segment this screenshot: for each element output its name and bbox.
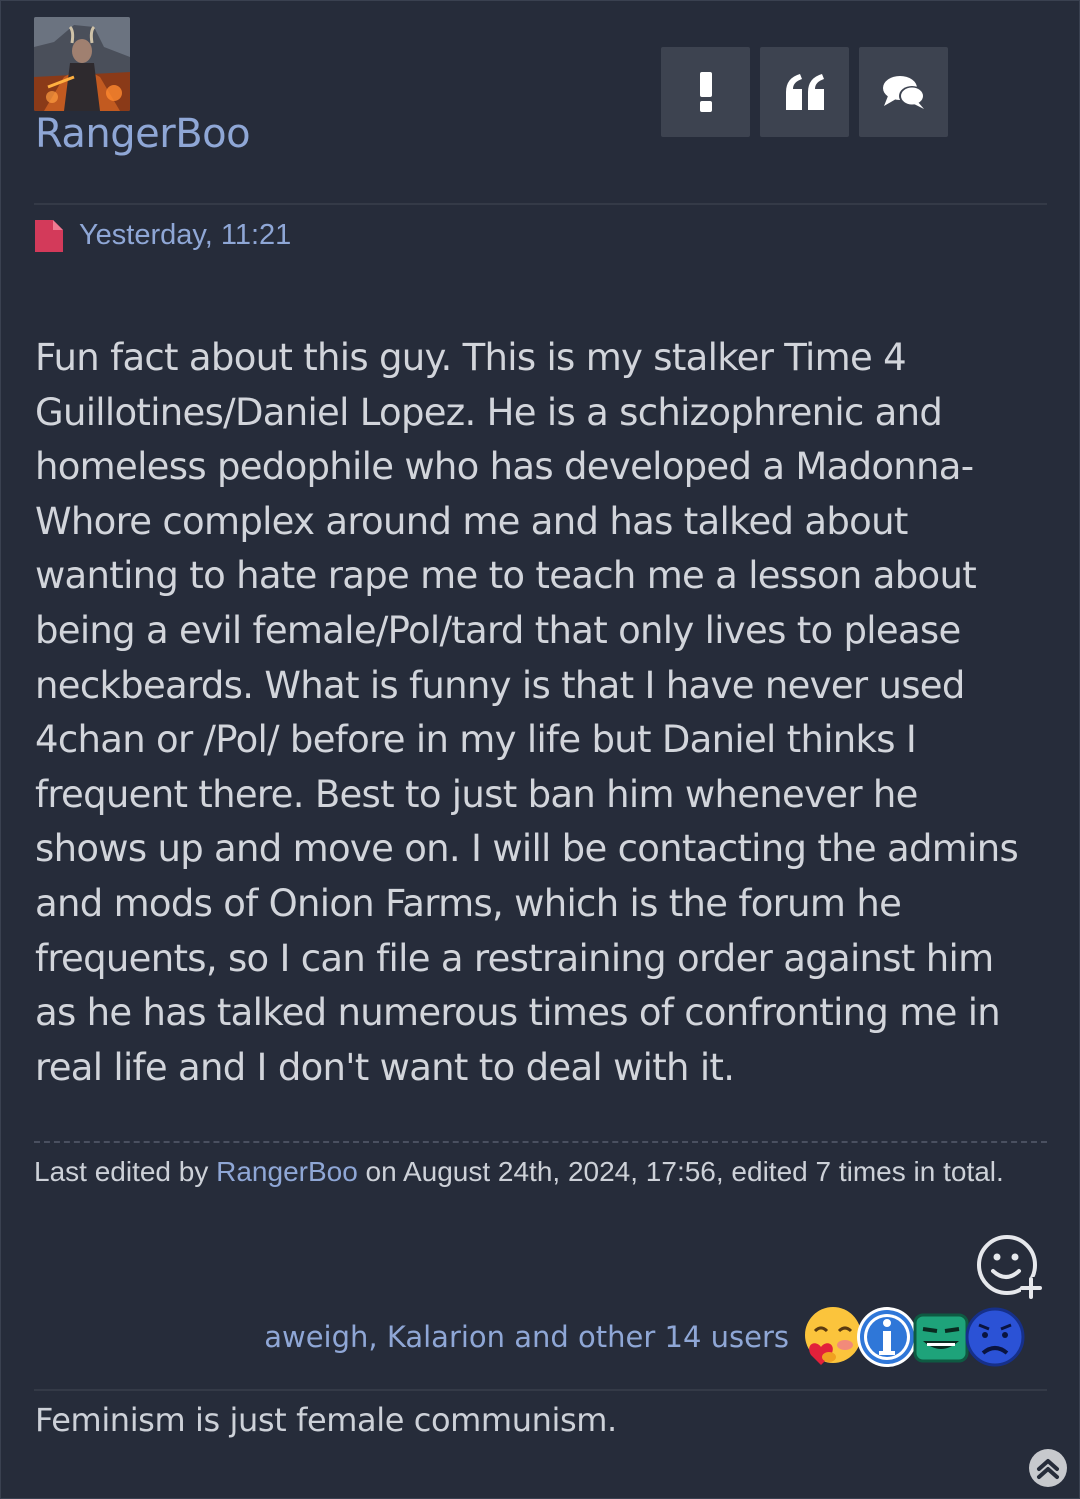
scroll-to-top-button[interactable] xyxy=(1029,1449,1067,1487)
reaction-emojis[interactable] xyxy=(801,1305,1027,1369)
post-file-icon[interactable] xyxy=(35,219,63,252)
worried-emoji[interactable] xyxy=(963,1305,1027,1369)
reply-button[interactable] xyxy=(859,47,948,137)
avatar-image xyxy=(34,17,130,111)
signature-divider xyxy=(34,1389,1047,1391)
quote-button[interactable] xyxy=(760,47,849,137)
edit-user-link[interactable]: RangerBoo xyxy=(216,1156,358,1187)
edit-notice: Last edited by RangerBoo on August 24th,… xyxy=(34,1141,1047,1191)
exclamation-icon xyxy=(699,72,712,112)
comments-icon xyxy=(882,76,925,109)
post-timestamp[interactable]: Yesterday, 11:21 xyxy=(79,219,291,252)
chevron-up-icon xyxy=(1037,1459,1059,1479)
smiley-plus-icon xyxy=(977,1235,1042,1299)
quote-icon xyxy=(785,74,824,110)
author-username[interactable]: RangerBoo xyxy=(35,111,251,157)
user-avatar[interactable] xyxy=(34,17,130,111)
add-reaction-button[interactable] xyxy=(975,1233,1043,1301)
report-button[interactable] xyxy=(661,47,750,137)
user-signature: Feminism is just female communism. xyxy=(35,1401,617,1439)
edit-prefix: Last edited by xyxy=(34,1156,217,1187)
edit-suffix: on August 24th, 2024, 17:56, edited 7 ti… xyxy=(357,1156,1004,1187)
reaction-users[interactable]: aweigh, Kalarion and other 14 users xyxy=(264,1320,789,1354)
header-divider xyxy=(34,203,1047,205)
reactions-bar: aweigh, Kalarion and other 14 users xyxy=(264,1305,1027,1369)
post-container: RangerBoo Yesterday, 11:21 Fun fact abou… xyxy=(0,0,1080,1499)
post-meta: Yesterday, 11:21 xyxy=(35,219,291,252)
post-actions xyxy=(661,47,948,137)
post-content: Fun fact about this guy. This is my stal… xyxy=(35,336,1019,1089)
